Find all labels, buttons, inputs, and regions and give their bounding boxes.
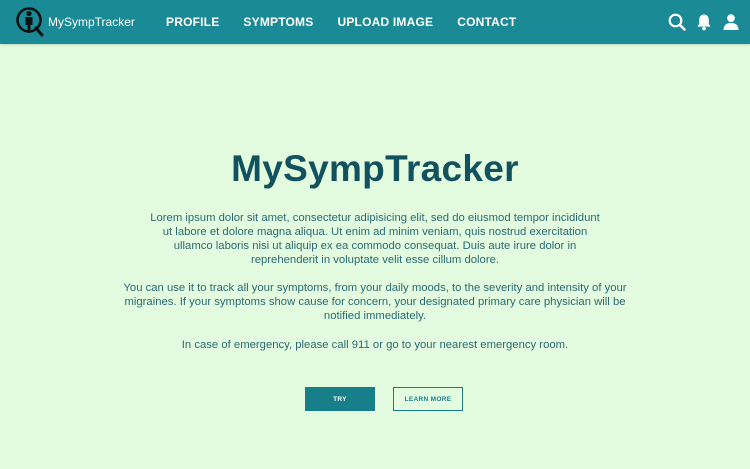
hero-section: MySympTracker Lorem ipsum dolor sit amet… — [0, 44, 750, 469]
top-navbar: MySympTracker PROFILE SYMPTOMS UPLOAD IM… — [0, 0, 750, 44]
brand-name: MySympTracker — [48, 15, 135, 29]
main-nav: PROFILE SYMPTOMS UPLOAD IMAGE CONTACT — [166, 15, 540, 29]
nav-symptoms[interactable]: SYMPTOMS — [243, 15, 313, 29]
nav-upload-image[interactable]: UPLOAD IMAGE — [337, 15, 433, 29]
nav-contact[interactable]: CONTACT — [457, 15, 516, 29]
user-icon[interactable] — [722, 13, 740, 31]
person-with-magnifier-icon — [16, 7, 44, 37]
try-button[interactable]: TRY — [305, 387, 375, 411]
header-actions — [659, 0, 740, 44]
brand[interactable]: MySympTracker — [16, 6, 150, 38]
hero-description-paragraph: You can use it to track all your symptom… — [123, 282, 627, 322]
learn-more-button[interactable]: LEARN MORE — [393, 387, 463, 411]
bell-icon[interactable] — [695, 13, 713, 31]
hero-title: MySympTracker — [231, 148, 519, 189]
emergency-notice: In case of emergency, please call 911 or… — [181, 339, 569, 351]
nav-profile[interactable]: PROFILE — [166, 15, 219, 29]
search-icon[interactable] — [668, 13, 686, 31]
hero-intro-paragraph: Lorem ipsum dolor sit amet, consectetur … — [150, 212, 600, 266]
